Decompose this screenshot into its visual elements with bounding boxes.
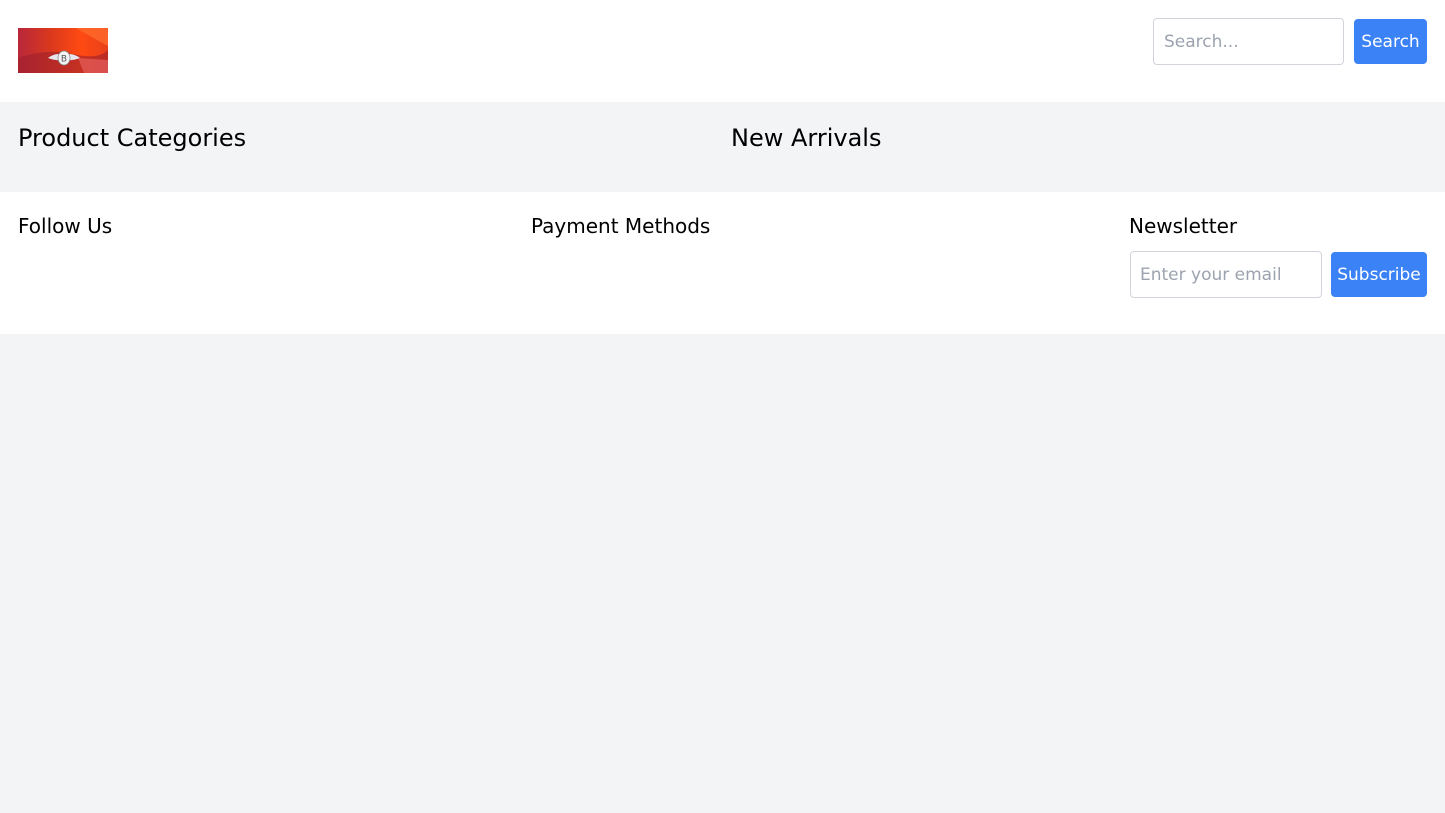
subscribe-button[interactable]: Subscribe [1331,252,1427,297]
brand-logo[interactable]: B [18,28,108,73]
new-arrivals-title: New Arrivals [731,124,882,152]
newsletter-email-input[interactable] [1130,251,1322,298]
logo-image: B [18,28,108,73]
search-button[interactable]: Search [1354,19,1427,64]
payment-methods-title: Payment Methods [531,214,711,238]
logo-emblem-letter: B [61,55,67,65]
product-categories-title: Product Categories [18,124,247,152]
search-input[interactable] [1153,18,1344,65]
site-header: B Search [0,0,1445,102]
newsletter-title: Newsletter [1129,214,1238,238]
follow-us-title: Follow Us [18,214,113,238]
site-footer: Follow Us Payment Methods Newsletter Sub… [0,192,1445,334]
main-content: Product Categories New Arrivals [0,102,1445,192]
